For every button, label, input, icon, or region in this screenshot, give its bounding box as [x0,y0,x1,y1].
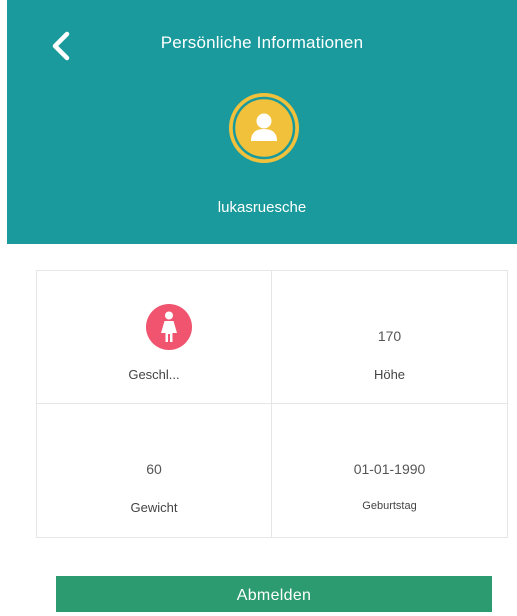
logout-button[interactable]: Abmelden [56,576,492,612]
user-avatar-icon[interactable] [227,91,301,165]
weight-label: Gewicht [130,500,178,515]
profile-info-grid: Geschl... 170 Höhe 60 Gewicht 01-01-1990… [36,270,508,538]
height-label: Höhe [373,367,406,382]
birthday-cell[interactable]: 01-01-1990 Geburtstag [272,404,507,537]
birthday-value: 01-01-1990 [353,461,426,477]
height-value: 170 [377,328,402,344]
female-icon [146,304,192,350]
weight-value: 60 [146,461,162,477]
page-title: Persönliche Informationen [160,33,364,52]
height-cell[interactable]: 170 Höhe [272,271,507,404]
weight-cell[interactable]: 60 Gewicht [37,404,272,537]
username: lukasruesche [217,199,307,216]
gender-cell[interactable]: Geschl... [37,271,272,404]
gender-label: Geschl... [128,367,180,382]
birthday-label: Geburtstag [362,500,417,512]
profile-header: Persönliche Informationen lukasruesche [7,0,517,244]
